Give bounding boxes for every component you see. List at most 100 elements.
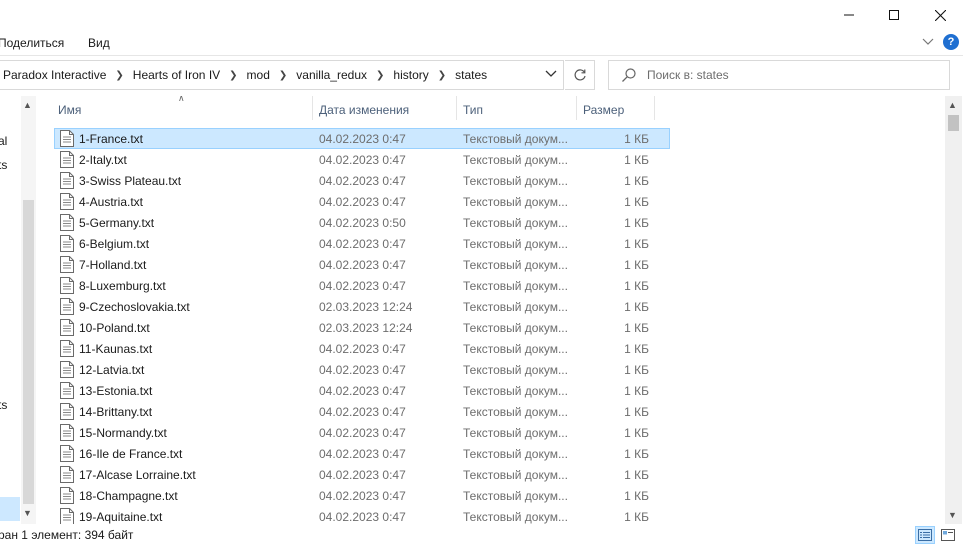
scroll-up-icon[interactable]: ▲ <box>948 100 957 110</box>
nav-selected-item[interactable] <box>0 497 20 521</box>
file-row[interactable]: 3-Swiss Plateau.txt 04.02.2023 0:47 Тексто… <box>37 170 667 191</box>
file-date-modified: 04.02.2023 0:47 <box>319 384 406 398</box>
nav-scrollbar[interactable]: ▲ ▼ <box>21 96 36 524</box>
file-row[interactable]: 14-Brittany.txt 04.02.2023 0:47 Текстовый … <box>37 401 667 422</box>
details-view-button[interactable] <box>915 526 935 544</box>
breadcrumb-item[interactable]: states <box>455 68 487 82</box>
file-row[interactable]: 10-Poland.txt 02.03.2023 12:24 Текстовый д… <box>37 317 667 338</box>
column-divider[interactable] <box>576 96 577 120</box>
nav-item-label[interactable]: ts <box>0 158 7 172</box>
maximize-button[interactable] <box>871 0 917 30</box>
column-header-name[interactable]: Имя <box>58 103 81 117</box>
address-bar[interactable]: Paradox Interactive ❯ Hearts of Iron IV … <box>0 60 564 90</box>
file-row[interactable]: 11-Kaunas.txt 04.02.2023 0:47 Текстовый до… <box>37 338 667 359</box>
file-date-modified: 04.02.2023 0:47 <box>319 468 406 482</box>
refresh-button[interactable] <box>565 60 595 90</box>
file-row[interactable]: 19-Aquitaine.txt 04.02.2023 0:47 Текстовый… <box>37 506 667 524</box>
file-type: Текстовый докум... <box>463 195 568 209</box>
chevron-right-icon[interactable]: ❯ <box>279 70 287 81</box>
file-row[interactable]: 7-Holland.txt 04.02.2023 0:47 Текстовый до… <box>37 254 667 275</box>
column-divider[interactable] <box>456 96 457 120</box>
breadcrumb-item[interactable]: history <box>393 68 428 82</box>
column-header-type[interactable]: Тип <box>463 103 483 117</box>
file-row[interactable]: 18-Champagne.txt 04.02.2023 0:47 Текстовый… <box>37 485 667 506</box>
file-date-modified: 02.03.2023 12:24 <box>319 300 413 314</box>
minimize-button[interactable] <box>826 0 872 30</box>
scroll-down-icon[interactable]: ▼ <box>23 508 32 518</box>
scroll-down-icon[interactable]: ▼ <box>948 510 957 520</box>
column-header-size[interactable]: Размер <box>583 103 624 117</box>
file-size: 1 КБ <box>624 216 649 230</box>
text-file-icon <box>60 193 74 210</box>
text-file-icon <box>60 298 74 315</box>
breadcrumb-item[interactable]: Paradox Interactive <box>3 68 106 82</box>
file-name: 9-Czechoslovakia.txt <box>79 300 190 314</box>
breadcrumb-item[interactable]: Hearts of Iron IV <box>133 68 220 82</box>
file-row[interactable]: 2-Italy.txt 04.02.2023 0:47 Текстовый доку… <box>37 149 667 170</box>
column-header-row: ∧ Имя Дата изменения Тип Размер <box>37 96 667 122</box>
breadcrumb-item[interactable]: mod <box>247 68 270 82</box>
text-file-icon <box>60 256 74 273</box>
search-icon <box>622 68 636 82</box>
ribbon-tab-share[interactable]: Поделиться <box>0 36 64 50</box>
large-icons-view-button[interactable] <box>938 526 958 544</box>
file-row[interactable]: 15-Normandy.txt 04.02.2023 0:47 Текстовый … <box>37 422 667 443</box>
file-date-modified: 02.03.2023 12:24 <box>319 321 413 335</box>
file-row[interactable]: 17-Alcase Lorraine.txt 04.02.2023 0:47 Тек… <box>37 464 667 485</box>
breadcrumb-item[interactable]: vanilla_redux <box>296 68 367 82</box>
file-type: Текстовый докум... <box>463 174 568 188</box>
text-file-icon <box>60 403 74 420</box>
file-row[interactable]: 8-Luxemburg.txt 04.02.2023 0:47 Текстовый … <box>37 275 667 296</box>
file-type: Текстовый докум... <box>463 426 568 440</box>
nav-item-label[interactable]: ts <box>0 398 7 412</box>
scrollbar-thumb[interactable] <box>948 115 959 131</box>
ribbon-expand-chevron-icon[interactable] <box>922 35 934 49</box>
chevron-right-icon[interactable]: ❯ <box>376 70 384 81</box>
file-row[interactable]: 4-Austria.txt 04.02.2023 0:47 Текстовый до… <box>37 191 667 212</box>
close-button[interactable] <box>917 0 963 30</box>
file-row[interactable]: 1-France.txt 04.02.2023 0:47 Текстовый док… <box>54 128 670 149</box>
chevron-right-icon[interactable]: ❯ <box>229 70 237 81</box>
nav-item-label[interactable]: al <box>0 134 7 148</box>
file-name: 18-Champagne.txt <box>79 489 178 503</box>
file-row[interactable]: 12-Latvia.txt 04.02.2023 0:47 Текстовый до… <box>37 359 667 380</box>
chevron-right-icon[interactable]: ❯ <box>115 70 123 81</box>
help-icon[interactable]: ? <box>943 34 959 50</box>
file-name: 13-Estonia.txt <box>79 384 153 398</box>
search-box[interactable] <box>608 60 950 90</box>
column-divider[interactable] <box>654 96 655 120</box>
text-file-icon <box>60 361 74 378</box>
file-name: 16-Ile de France.txt <box>79 447 183 461</box>
column-divider[interactable] <box>312 96 313 120</box>
file-date-modified: 04.02.2023 0:47 <box>319 174 406 188</box>
text-file-icon <box>60 424 74 441</box>
file-type: Текстовый докум... <box>463 237 568 251</box>
file-name: 3-Swiss Plateau.txt <box>79 174 182 188</box>
sort-ascending-icon: ∧ <box>178 96 185 103</box>
file-name: 12-Latvia.txt <box>79 363 145 377</box>
chevron-right-icon[interactable]: ❯ <box>438 70 446 81</box>
file-date-modified: 04.02.2023 0:47 <box>319 342 406 356</box>
file-row[interactable]: 6-Belgium.txt 04.02.2023 0:47 Текстовый до… <box>37 233 667 254</box>
text-file-icon <box>60 382 74 399</box>
column-header-date[interactable]: Дата изменения <box>319 103 409 117</box>
file-size: 1 КБ <box>624 258 649 272</box>
file-row[interactable]: 9-Czechoslovakia.txt 02.03.2023 12:24 Текс… <box>37 296 667 317</box>
search-input[interactable] <box>647 68 937 82</box>
scroll-up-icon[interactable]: ▲ <box>23 100 32 110</box>
file-rows: 1-France.txt 04.02.2023 0:47 Текстовый док… <box>37 128 670 524</box>
file-type: Текстовый докум... <box>463 468 568 482</box>
file-list-scrollbar[interactable]: ▲ ▼ <box>945 96 962 524</box>
file-type: Текстовый докум... <box>463 216 568 230</box>
ribbon-tab-view[interactable]: Вид <box>88 36 110 50</box>
file-row[interactable]: 16-Ile de France.txt 04.02.2023 0:47 Текст… <box>37 443 667 464</box>
file-size: 1 КБ <box>624 489 649 503</box>
ribbon: Поделиться Вид <box>0 32 963 56</box>
file-row[interactable]: 5-Germany.txt 04.02.2023 0:50 Текстовый до… <box>37 212 667 233</box>
text-file-icon <box>60 487 74 504</box>
text-file-icon <box>60 151 74 168</box>
address-history-dropdown-icon[interactable] <box>545 69 557 81</box>
file-name: 5-Germany.txt <box>79 216 155 230</box>
file-row[interactable]: 13-Estonia.txt 04.02.2023 0:47 Текстовый д… <box>37 380 667 401</box>
nav-scrollbar-thumb[interactable] <box>23 200 34 504</box>
